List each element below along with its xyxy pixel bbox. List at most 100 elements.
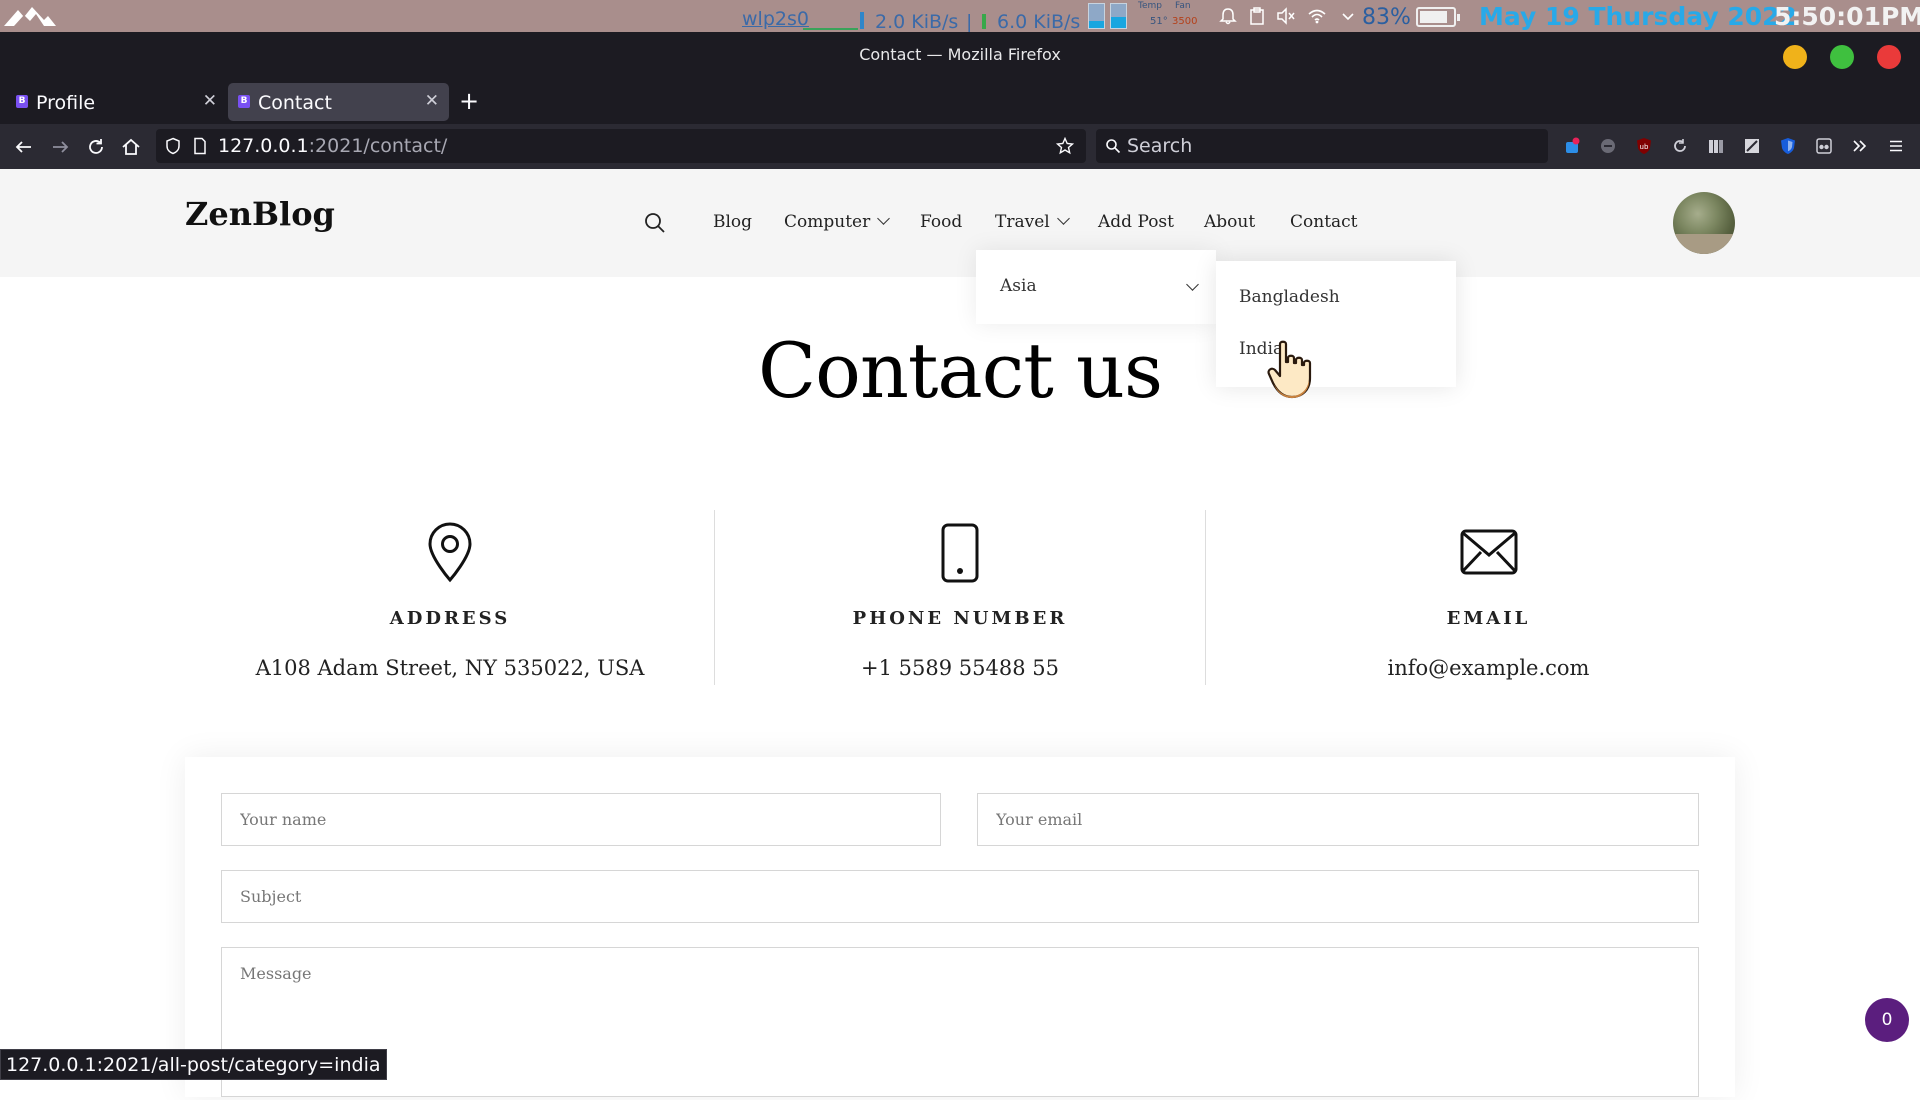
network-graph-line	[803, 28, 858, 30]
forward-arrow-icon[interactable]	[47, 134, 73, 160]
nav-label: Add Post	[1098, 212, 1174, 232]
nav-add-post[interactable]: Add Post	[1098, 212, 1174, 232]
tab-label: Profile	[36, 92, 96, 114]
cpu-meter	[1088, 3, 1105, 29]
hamburger-menu-icon[interactable]	[1887, 137, 1905, 155]
overflow-chevrons-icon[interactable]	[1851, 137, 1869, 155]
tab-label: Contact	[258, 92, 332, 114]
link-status-bar: 127.0.0.1:2021/all-post/category=india	[0, 1049, 387, 1080]
tab-strip: B Profile ✕ B Contact ✕ +	[0, 76, 1920, 124]
reader-glasses-icon[interactable]	[1815, 137, 1833, 155]
clipboard-icon[interactable]	[1247, 6, 1267, 26]
email-field-wrap	[977, 793, 1699, 846]
tab-profile[interactable]: B Profile ✕	[6, 83, 227, 121]
site-logo[interactable]: ZenBlog	[185, 195, 335, 233]
page-icon[interactable]	[192, 137, 208, 155]
nav-contact[interactable]: Contact	[1290, 212, 1358, 232]
refresh-extension-icon[interactable]	[1671, 137, 1689, 155]
library-icon[interactable]	[1707, 137, 1725, 155]
avatar[interactable]	[1673, 192, 1735, 254]
date-display: May 19 Thursday 2022	[1479, 2, 1797, 31]
speaker-muted-icon[interactable]	[1276, 6, 1296, 26]
nav-blog[interactable]: Blog	[713, 212, 752, 232]
close-window-button[interactable]	[1877, 45, 1901, 69]
chevron-down-icon[interactable]	[1338, 6, 1358, 26]
download-arrow-icon	[860, 12, 864, 29]
phone-value: +1 5589 55488 55	[861, 656, 1059, 680]
battery-icon[interactable]	[1416, 7, 1460, 27]
address-label: ADDRESS	[389, 608, 511, 629]
tab-contact[interactable]: B Contact ✕	[228, 83, 449, 121]
subject-input[interactable]	[222, 871, 1698, 922]
maximize-button[interactable]	[1830, 45, 1854, 69]
url-host: 127.0.0.1	[218, 135, 309, 157]
search-bar[interactable]: Search	[1096, 129, 1548, 163]
screenshot-extension-icon[interactable]	[1743, 137, 1761, 155]
contact-form	[185, 757, 1735, 1097]
new-tab-button[interactable]: +	[459, 87, 479, 115]
page-title: Contact us	[758, 326, 1163, 415]
address-info: ADDRESS A108 Adam Street, NY 535022, USA	[185, 510, 715, 685]
fan-label: Fan	[1175, 1, 1191, 11]
bitwarden-shield-icon[interactable]	[1779, 137, 1797, 155]
chevron-down-icon	[1056, 212, 1070, 225]
floating-count-badge[interactable]: 0	[1865, 998, 1909, 1042]
name-input[interactable]	[222, 794, 940, 845]
minimize-button[interactable]	[1783, 45, 1807, 69]
back-arrow-icon[interactable]	[11, 134, 37, 160]
close-tab-icon[interactable]: ✕	[425, 91, 439, 111]
upload-speed: 6.0 KiB/s	[997, 11, 1081, 33]
nav-label: Blog	[713, 212, 753, 232]
message-field-wrap	[221, 947, 1699, 1097]
email-value: info@example.com	[1387, 656, 1590, 680]
email-input[interactable]	[978, 794, 1698, 845]
window-titlebar: Contact — Mozilla Firefox	[0, 32, 1920, 76]
shield-icon[interactable]	[164, 137, 182, 155]
sync-extension-icon[interactable]	[1599, 137, 1617, 155]
network-interface-label: wlp2s0	[742, 8, 809, 30]
nav-label: Contact	[1290, 212, 1358, 232]
search-icon[interactable]	[643, 211, 667, 235]
message-textarea[interactable]	[222, 948, 1698, 1096]
nav-travel[interactable]: Travel	[995, 212, 1070, 232]
name-field-wrap	[221, 793, 941, 846]
upload-arrow-icon	[982, 14, 986, 29]
ublock-origin-icon[interactable]: ub	[1635, 137, 1653, 155]
chevron-down-icon	[877, 212, 891, 225]
envelope-icon	[1460, 529, 1517, 575]
mountain-logo-icon[interactable]	[4, 4, 56, 28]
window-title: Contact — Mozilla Firefox	[859, 45, 1061, 64]
download-speed: 2.0 KiB/s	[875, 11, 959, 33]
map-pin-icon	[428, 522, 472, 583]
nav-label: Computer	[784, 212, 871, 232]
nav-food[interactable]: Food	[920, 212, 962, 232]
fan-value: 3500	[1172, 16, 1198, 27]
temp-value: 51°	[1150, 16, 1168, 27]
speed-separator: |	[966, 11, 973, 33]
bookmark-star-icon[interactable]	[1056, 137, 1074, 155]
search-placeholder: Search	[1127, 135, 1193, 157]
svg-text:ub: ub	[1640, 143, 1649, 151]
email-label: EMAIL	[1446, 608, 1531, 629]
search-icon	[1106, 139, 1121, 154]
nav-about[interactable]: About	[1204, 212, 1255, 232]
home-icon[interactable]	[118, 134, 144, 160]
url-bar[interactable]: 127.0.0.1:2021/contact/	[156, 129, 1086, 163]
wifi-icon[interactable]	[1307, 6, 1327, 26]
extension-notification-icon[interactable]	[1563, 137, 1581, 155]
menu-item-asia[interactable]: Asia	[1000, 276, 1037, 296]
menu-item-bangladesh[interactable]: Bangladesh	[1239, 287, 1340, 307]
site-header: ZenBlog Blog Computer Food Travel Add Po…	[0, 169, 1920, 277]
battery-percent: 83%	[1362, 5, 1411, 30]
reload-icon[interactable]	[83, 134, 109, 160]
url-text: 127.0.0.1:2021/contact/	[218, 135, 447, 157]
nav-computer[interactable]: Computer	[784, 212, 891, 232]
nav-label: Food	[920, 212, 963, 232]
subject-field-wrap	[221, 870, 1699, 923]
memory-meter	[1110, 3, 1127, 29]
phone-info: PHONE NUMBER +1 5589 55488 55	[715, 510, 1205, 685]
url-path: :2021/contact/	[308, 135, 448, 157]
bell-icon[interactable]	[1218, 6, 1238, 26]
close-tab-icon[interactable]: ✕	[203, 91, 217, 111]
phone-icon	[941, 523, 979, 583]
